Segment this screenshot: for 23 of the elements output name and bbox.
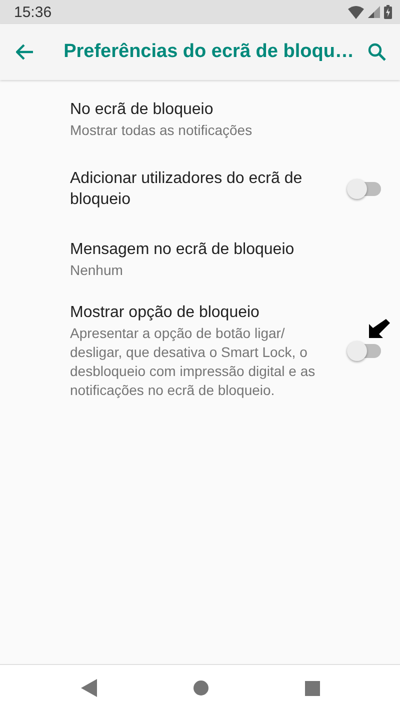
- page-title: Preferências do ecrã de bloqu…: [64, 41, 354, 63]
- toggle-switch[interactable]: [347, 341, 381, 361]
- toggle-switch[interactable]: [347, 179, 381, 199]
- overview-icon[interactable]: [304, 680, 320, 696]
- setting-title: Mostrar opção de bloqueio: [70, 303, 260, 323]
- home-icon[interactable]: [192, 680, 208, 696]
- setting-summary: Nenhum: [70, 260, 124, 280]
- clock: 15:36: [14, 4, 52, 20]
- signal-icon: [368, 6, 380, 18]
- setting-item[interactable]: No ecrã de bloqueio Mostrar todas as notificações: [0, 84, 400, 154]
- setting-item[interactable]: Adicionar utilizadores do ecrã de bloqueio: [0, 154, 400, 224]
- battery-icon: [384, 5, 392, 19]
- back-icon[interactable]: [80, 679, 96, 697]
- wifi-icon: [348, 6, 364, 18]
- setting-item[interactable]: Mostrar opção de bloqueio Apresentar a opção de botão ligar/ desligar, que desativa o Smart Lock, o desbloqueio com impressão digital e as notificações no ecrã de bloqueio.: [0, 294, 400, 408]
- setting-title: No ecrã de bloqueio: [70, 100, 214, 120]
- setting-title: Adicionar utilizadores do ecrã de bloqueio: [70, 169, 304, 210]
- back-arrow-icon: [16, 44, 34, 60]
- setting-title: Mensagem no ecrã de bloqueio: [70, 240, 296, 260]
- setting-summary: Apresentar a opção de botão ligar/ desligar, que desativa o Smart Lock, o desbloqueio com impressão digital e as notificações no ecrã de bloqueio.: [70, 324, 316, 400]
- search-icon: [368, 43, 386, 61]
- setting-summary: Mostrar todas as notificações: [70, 120, 254, 140]
- setting-item[interactable]: Mensagem no ecrã de bloqueio Nenhum: [0, 224, 400, 294]
